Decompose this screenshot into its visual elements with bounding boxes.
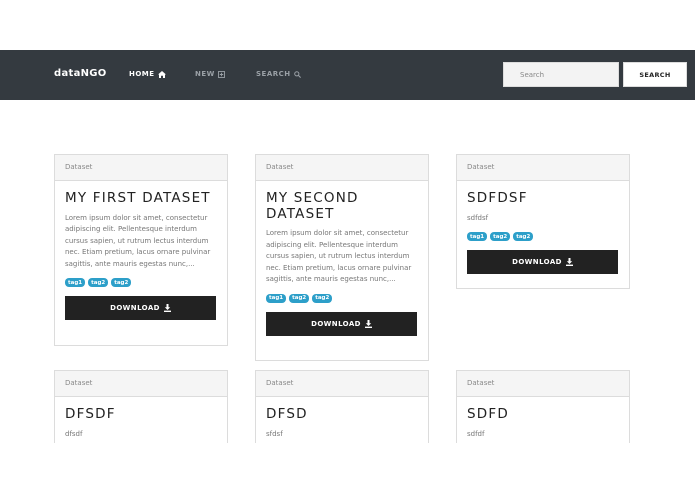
download-button-label: DOWNLOAD	[311, 319, 361, 328]
nav-link-label: SEARCH	[256, 70, 291, 78]
card-description: Lorem ipsum dolor sit amet, consectetur …	[266, 229, 412, 283]
tag-badge[interactable]: tag2	[312, 293, 333, 303]
download-button[interactable]: DOWNLOAD	[467, 250, 618, 274]
nav-link-home[interactable]: HOME	[129, 70, 166, 78]
tag-badge[interactable]: tag2	[289, 293, 310, 303]
dataset-card: Dataset DFSDF dfsdf	[54, 370, 228, 443]
search-input[interactable]	[503, 62, 619, 87]
tag-badge[interactable]: tag1	[467, 232, 488, 241]
nav-link-label: HOME	[129, 70, 155, 78]
tag-badge[interactable]: tag2	[88, 278, 109, 287]
card-header: Dataset	[457, 155, 629, 181]
card-title[interactable]: MY SECOND DATASET	[266, 190, 418, 222]
tag-list: tag1 tag2 tag2	[266, 293, 418, 303]
dataset-card: Dataset DFSD sfdsf	[255, 370, 429, 443]
card-title[interactable]: MY FIRST DATASET	[65, 190, 217, 207]
download-button[interactable]: DOWNLOAD	[266, 311, 417, 336]
download-icon	[565, 258, 573, 266]
tag-badge[interactable]: tag1	[65, 278, 86, 287]
search-button[interactable]: SEARCH	[623, 62, 687, 87]
card-header: Dataset	[256, 155, 428, 181]
tag-badge[interactable]: tag1	[266, 293, 287, 303]
download-button-label: DOWNLOAD	[512, 258, 562, 266]
tag-badge[interactable]: tag2	[513, 232, 534, 241]
card-header: Dataset	[55, 371, 227, 397]
download-button[interactable]: DOWNLOAD	[65, 296, 216, 320]
card-description: sfdsf	[266, 429, 283, 438]
download-button-label: DOWNLOAD	[110, 304, 160, 312]
home-icon	[157, 70, 166, 78]
card-header: Dataset	[457, 371, 629, 397]
nav-link-new[interactable]: NEW	[195, 70, 225, 78]
card-description: dfsdf	[65, 429, 83, 438]
download-icon	[163, 304, 171, 312]
card-title[interactable]: SDFD	[467, 406, 619, 423]
dataset-card: Dataset SDFDSF sdfdsf tag1 tag2 tag2 DOW…	[456, 154, 630, 289]
card-header: Dataset	[55, 155, 227, 181]
card-description: sdfdsf	[467, 213, 489, 222]
tag-badge[interactable]: tag2	[111, 278, 132, 287]
dataset-card: Dataset MY SECOND DATASET Lorem ipsum do…	[255, 154, 429, 361]
tag-badge[interactable]: tag2	[490, 232, 511, 241]
card-title[interactable]: SDFDSF	[467, 190, 619, 207]
card-description: sdfdf	[467, 429, 485, 438]
dataset-card: Dataset SDFD sdfdf	[456, 370, 630, 443]
tag-list: tag1 tag2 tag2	[65, 278, 217, 287]
card-header: Dataset	[256, 371, 428, 397]
brand-logo[interactable]: dataNGO	[54, 68, 107, 79]
download-icon	[364, 319, 372, 328]
tag-list: tag1 tag2 tag2	[467, 232, 619, 241]
search-icon	[293, 70, 301, 78]
card-title[interactable]: DFSD	[266, 406, 418, 423]
dataset-card: Dataset MY FIRST DATASET Lorem ipsum dol…	[54, 154, 228, 346]
nav-link-label: NEW	[195, 70, 215, 78]
plus-square-icon	[217, 70, 225, 78]
card-title[interactable]: DFSDF	[65, 406, 217, 423]
card-description: Lorem ipsum dolor sit amet, consectetur …	[65, 213, 211, 268]
nav-link-search[interactable]: SEARCH	[256, 70, 301, 78]
